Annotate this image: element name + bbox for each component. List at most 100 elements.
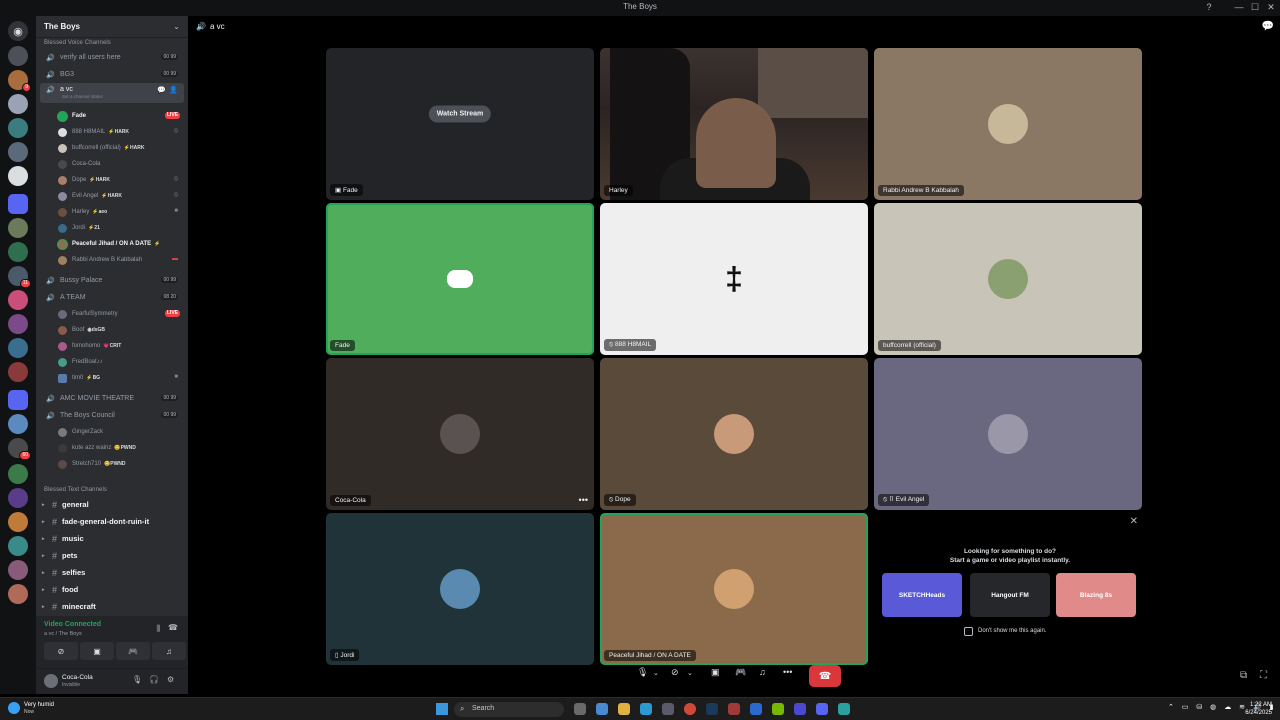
video-tile[interactable]: Harley	[600, 48, 868, 200]
minimize-button[interactable]: —	[1232, 2, 1246, 12]
user-tile[interactable]: ▯ Jordi	[326, 513, 594, 665]
server-icon[interactable]	[8, 362, 28, 382]
voice-member[interactable]: Dope ⚡HARK ⦸	[58, 174, 182, 186]
chrome-icon[interactable]	[684, 703, 696, 715]
server-icon[interactable]	[8, 166, 28, 186]
voice-member[interactable]: GingerZack	[58, 426, 182, 438]
voice-member[interactable]: Coca-Cola	[58, 158, 182, 170]
voice-channel[interactable]: 🔊 The Boys Council 00 99	[40, 408, 184, 423]
server-icon[interactable]: 9	[8, 70, 31, 92]
server-icon[interactable]: 11	[8, 266, 31, 288]
taskbar-app-icon[interactable]	[750, 703, 762, 715]
voice-member[interactable]: Boof ◉dsGB	[58, 324, 182, 336]
voice-channel[interactable]: 🔊 verify all users here 00 99	[40, 50, 184, 65]
voice-member[interactable]: Jordi ⚡21	[58, 222, 182, 234]
soundboard-button[interactable]: ♫	[152, 642, 186, 660]
user-tile[interactable]: Fade	[326, 203, 594, 355]
voice-member[interactable]: FredBoat♪♪	[58, 356, 182, 368]
voice-channel[interactable]: 🔊 AMC MOVIE THEATRE 00 99	[40, 391, 184, 406]
nvidia-icon[interactable]	[772, 703, 784, 715]
discord-home-icon[interactable]: ◉	[8, 21, 28, 41]
taskbar-app-icon[interactable]	[728, 703, 740, 715]
voice-member[interactable]: fomohomo 💗CRIT	[58, 340, 182, 352]
help-icon[interactable]: ?	[1202, 2, 1216, 12]
text-channel[interactable]: ▸ # minecraft	[40, 599, 184, 614]
voice-member[interactable]: Stretch710 😊PWND	[58, 458, 182, 470]
voice-member[interactable]: Rabbi Andrew B Kabbalah ▬	[58, 254, 182, 266]
screen-share-button[interactable]: ▣	[80, 642, 114, 660]
voice-member[interactable]: 888 H8MAIL ⚡HARK ⦸	[58, 126, 182, 138]
camera-button[interactable]: ⊘	[44, 642, 78, 660]
taskbar-search[interactable]: ⌕ Search	[454, 702, 564, 717]
taskbar-app-icon[interactable]	[794, 703, 806, 715]
taskbar-app-icon[interactable]	[596, 703, 608, 715]
voice-member[interactable]: tim0 ⚡BG ■	[58, 372, 182, 384]
text-channel[interactable]: ▸ # general	[40, 497, 184, 512]
server-header[interactable]: The Boys ⌄	[36, 16, 188, 38]
server-icon[interactable]	[8, 414, 28, 434]
headphones-icon[interactable]: 🎧	[149, 675, 159, 684]
start-menu-icon[interactable]	[436, 703, 448, 715]
close-window-button[interactable]: ✕	[1264, 2, 1278, 13]
voice-location[interactable]: a vc / The Boys	[44, 631, 82, 637]
user-tile[interactable]: ⦸ ▯ Evil Angel	[874, 358, 1142, 510]
discord-taskbar-icon[interactable]	[816, 703, 828, 715]
server-icon[interactable]: 60	[8, 438, 31, 460]
edge-icon[interactable]	[640, 703, 652, 715]
server-icon[interactable]	[8, 242, 28, 262]
invite-icon[interactable]: 👤	[169, 86, 178, 94]
server-folder-icon[interactable]	[8, 194, 28, 214]
activity-card-blazing-8s[interactable]: Blazing 8s	[1056, 573, 1136, 617]
voice-channel[interactable]: 🔊 BG3 00 99	[40, 67, 184, 82]
steam-icon[interactable]	[706, 703, 718, 715]
weather-text[interactable]: Very humid	[24, 702, 54, 708]
maximize-button[interactable]: ☐	[1248, 2, 1262, 13]
server-icon[interactable]	[8, 314, 28, 334]
activity-button[interactable]: 🎮	[116, 642, 150, 660]
server-icon[interactable]	[8, 584, 28, 604]
server-icon[interactable]	[8, 218, 28, 238]
voice-member[interactable]: Peaceful Jihad / ON A DATE ⚡	[58, 238, 182, 250]
server-icon[interactable]	[8, 142, 28, 162]
screen-share-icon[interactable]: ▣	[711, 667, 720, 678]
microphone-icon[interactable]: 🎙	[132, 675, 142, 684]
activity-card-sketchheads[interactable]: SKETCHHeads	[882, 573, 962, 617]
more-options-icon[interactable]: •••	[579, 495, 588, 505]
clock[interactable]: 1:22 AM 6/24/2025	[1245, 701, 1272, 717]
fullscreen-icon[interactable]: ⛶	[1260, 670, 1267, 681]
category-voice[interactable]: Blessed Voice Channels	[44, 40, 111, 46]
disconnect-icon[interactable]: ☎	[168, 623, 178, 632]
voice-member[interactable]: Fade LIVE	[58, 110, 182, 122]
user-tile[interactable]: buffcorrell (official)	[874, 203, 1142, 355]
close-icon[interactable]: ✕	[1130, 516, 1138, 527]
voice-channel-active[interactable]: 🔊 a vc Set a channel status 💬 👤	[40, 83, 184, 103]
stream-tile[interactable]: Watch Stream ▣ Fade	[326, 48, 594, 200]
voice-member[interactable]: kute azz wainz 😊PWND	[58, 442, 182, 454]
popout-icon[interactable]: ⧉	[1240, 670, 1247, 681]
voice-member[interactable]: Evil Angel ⚡HARK ⦸	[58, 190, 182, 202]
server-icon[interactable]	[8, 536, 28, 556]
more-options-icon[interactable]: •••	[783, 667, 792, 677]
voice-status[interactable]: Video Connected	[44, 621, 101, 628]
server-icon[interactable]	[8, 46, 28, 66]
user-tile[interactable]: ‡ ⦸ 888 H8MAIL	[600, 203, 868, 355]
avatar[interactable]	[44, 674, 58, 688]
server-icon[interactable]	[8, 290, 28, 310]
chat-icon[interactable]: 💬	[1262, 21, 1274, 32]
chevron-down-icon[interactable]: ⌄	[687, 669, 693, 677]
voice-channel[interactable]: 🔊 A TEAM 08 20	[40, 290, 184, 305]
user-tile[interactable]: ⦸ Dope	[600, 358, 868, 510]
chevron-down-icon[interactable]: ⌄	[653, 669, 659, 677]
server-folder-icon[interactable]	[8, 390, 28, 410]
taskbar-app-icon[interactable]	[838, 703, 850, 715]
text-channel[interactable]: ▸ # fade-general-dont-ruin-it	[40, 514, 184, 529]
category-text[interactable]: Blessed Text Channels	[44, 487, 107, 493]
voice-member[interactable]: FearfulSymmetry LIVE	[58, 308, 182, 320]
watch-stream-button[interactable]: Watch Stream	[428, 105, 492, 123]
chat-icon[interactable]: 💬	[157, 86, 166, 94]
voice-channel[interactable]: 🔊 Bussy Palace 00 99	[40, 273, 184, 288]
server-icon[interactable]	[8, 488, 28, 508]
camera-off-icon[interactable]: ⊘	[671, 667, 679, 678]
weather-icon[interactable]	[8, 702, 20, 714]
noise-suppression-icon[interactable]: ⫼	[156, 624, 160, 634]
